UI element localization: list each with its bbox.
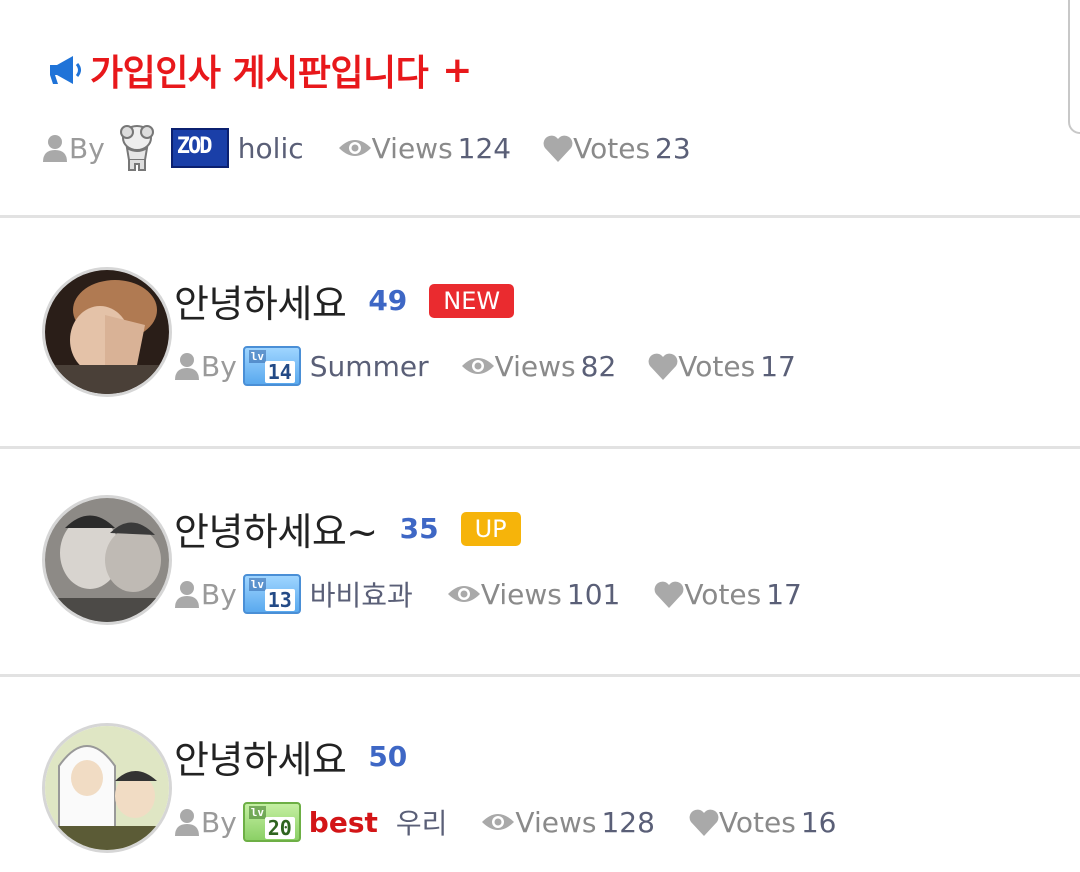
level-badge: lv 13 (242, 574, 301, 614)
level-badge: lv 20 (242, 802, 301, 842)
notice-title-link[interactable]: 가입인사 게시판입니다 + (46, 44, 472, 96)
author-emoji-avatar (119, 125, 154, 171)
votes-count: 17 (760, 349, 796, 383)
level-badge: lv 14 (242, 346, 301, 386)
post-title[interactable]: 안녕하세요~ (174, 501, 378, 556)
author-title-best: best (308, 805, 378, 839)
eye-icon (461, 358, 494, 374)
votes-stat: Votes 17 (654, 578, 802, 611)
user-icon (175, 809, 199, 836)
eye-icon (338, 140, 371, 156)
votes-label: Votes (573, 131, 651, 165)
views-count: 101 (566, 577, 621, 611)
post-title[interactable]: 안녕하세요 (174, 273, 347, 328)
heart-icon (689, 809, 719, 836)
megaphone-icon (50, 56, 81, 84)
notice-post[interactable]: 가입인사 게시판입니다 + By ZOD holic Views 124 Vot… (0, 0, 1080, 218)
post-title[interactable]: 안녕하세요 (174, 729, 347, 784)
votes-label: Votes (718, 805, 796, 839)
author-name[interactable]: holic (238, 132, 304, 165)
views-stat: Views 128 (481, 806, 655, 839)
author-name[interactable]: 우리 (396, 802, 448, 842)
votes-count: 23 (655, 131, 691, 165)
list-item[interactable]: 안녕하세요 49 NEW By lv 14 Summer Views 82 Vot… (0, 221, 1080, 449)
votes-count: 17 (766, 577, 802, 611)
comment-count: 49 (368, 284, 408, 317)
eye-icon (482, 814, 515, 830)
votes-stat: Votes 17 (648, 350, 796, 383)
up-badge: UP (460, 511, 521, 546)
comment-count: 35 (399, 512, 439, 545)
post-thumbnail (42, 267, 172, 397)
votes-label: Votes (684, 577, 762, 611)
by-label: By (69, 131, 105, 165)
votes-count: 16 (800, 805, 837, 839)
comment-count: 50 (368, 740, 408, 773)
votes-label: Votes (678, 349, 756, 383)
post-title-row: 안녕하세요 50 (174, 729, 407, 784)
post-meta: By lv 13 바비효과 Views 101 Votes 17 (174, 574, 802, 614)
heart-icon (654, 581, 684, 608)
user-icon (43, 135, 67, 162)
post-title-row: 안녕하세요 49 NEW (174, 273, 515, 328)
post-thumbnail (42, 723, 172, 853)
heart-icon (648, 353, 678, 380)
by-label: By (201, 577, 237, 611)
views-stat: Views 82 (461, 349, 617, 383)
list-item[interactable]: 안녕하세요 50 By lv 20 best 우리 Views 128 Votes… (0, 677, 1080, 872)
post-meta: By lv 20 best 우리 Views 128 Votes 16 (174, 802, 836, 842)
new-badge: NEW (429, 283, 515, 318)
heart-icon (543, 135, 573, 162)
author-name[interactable]: 바비효과 (310, 574, 413, 614)
views-count: 82 (580, 349, 617, 383)
votes-stat: Votes 16 (689, 805, 837, 839)
views-stat: Views 124 (338, 131, 512, 165)
views-label: Views (371, 131, 453, 165)
admin-badge: ZOD (170, 128, 229, 168)
list-item[interactable]: 안녕하세요~ 35 UP By lv 13 바비효과 Views 101 Vote… (0, 449, 1080, 677)
eye-icon (447, 586, 480, 602)
user-icon (175, 353, 199, 380)
views-stat: Views 101 (447, 577, 621, 611)
views-count: 124 (457, 131, 512, 165)
views-label: Views (480, 577, 562, 611)
author-name[interactable]: Summer (310, 350, 429, 383)
by-label: By (201, 349, 237, 383)
post-meta: By lv 14 Summer Views 82 Votes 17 (174, 346, 796, 386)
views-label: Views (515, 805, 597, 839)
by-label: By (201, 805, 237, 839)
user-icon (175, 581, 199, 608)
notice-title: 가입인사 게시판입니다 (90, 53, 429, 94)
post-title-row: 안녕하세요~ 35 UP (174, 501, 521, 556)
notice-meta: By ZOD holic Views 124 Votes 23 (42, 122, 691, 174)
views-label: Views (494, 349, 576, 383)
post-thumbnail (42, 495, 172, 625)
votes-stat: Votes 23 (543, 132, 691, 165)
add-icon[interactable]: + (442, 50, 472, 91)
views-count: 128 (601, 805, 655, 839)
